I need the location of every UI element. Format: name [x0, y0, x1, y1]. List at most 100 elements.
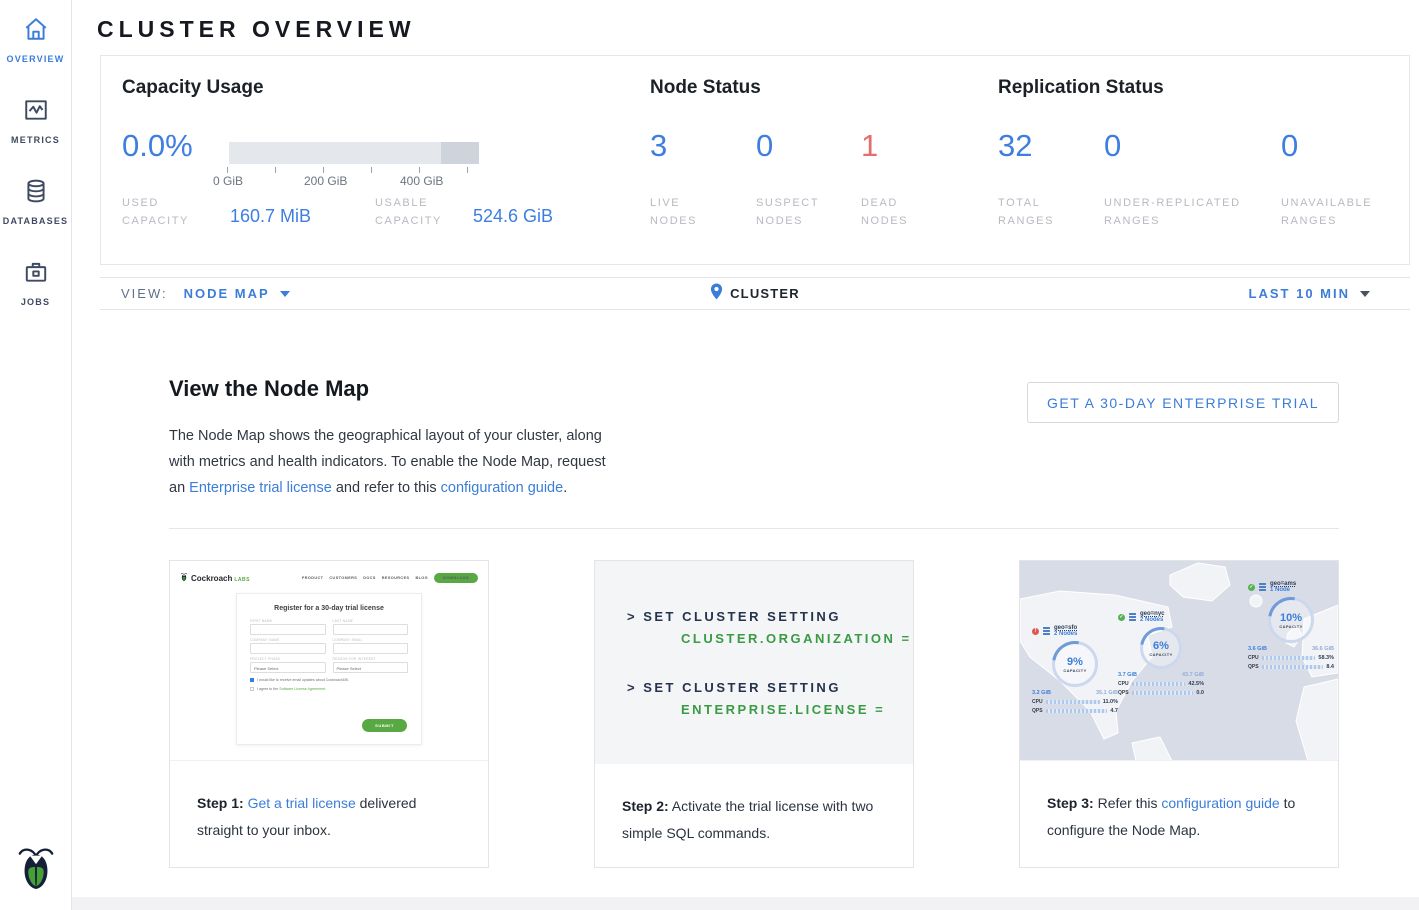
node-stack-icon [1043, 627, 1050, 635]
step2-card: > SET CLUSTER SETTING CLUSTER.ORGANIZATI… [594, 560, 914, 868]
company-email-field [333, 643, 409, 654]
total-ranges-label: TOTALRANGES [998, 194, 1054, 230]
step3-card: ! geo=sfo2 Nodes 9% CAPACITY 3.2 GiB35.1… [1019, 560, 1339, 868]
capacity-gauge: 10% CAPACITY [1268, 597, 1314, 643]
section-description: The Node Map shows the geographical layo… [169, 423, 621, 501]
page-background-strip [72, 897, 1419, 910]
map-pin-icon [710, 283, 723, 305]
step1-caption: Step 1: Get a trial license delivered st… [170, 761, 488, 843]
sql-command: > SET CLUSTER SETTING [627, 609, 913, 624]
step1-card: CockroachLABS PRODUCTCUSTOMERSDOCSRESOUR… [169, 560, 489, 868]
sidebar: OVERVIEW METRICS DATABASES JOBS [0, 0, 72, 910]
scope-breadcrumb: CLUSTER [100, 283, 1410, 305]
sidebar-item-databases[interactable]: DATABASES [0, 162, 72, 243]
dead-status-icon: ! [1032, 628, 1039, 635]
step3-map-preview: ! geo=sfo2 Nodes 9% CAPACITY 3.2 GiB35.1… [1020, 561, 1338, 761]
configuration-guide-link[interactable]: configuration guide [441, 480, 564, 496]
checkbox-empty-icon [250, 687, 254, 691]
sidebar-item-label: JOBS [21, 297, 50, 307]
usable-capacity-label: USABLECAPACITY [375, 194, 442, 230]
total-ranges-count: 32 [998, 128, 1032, 164]
mini-site-brand: CockroachLABS [191, 574, 250, 583]
suspect-nodes-label: SUSPECTNODES [756, 194, 819, 230]
view-bar: VIEW: NODE MAP CLUSTER LAST 10 MIN [100, 277, 1410, 310]
node-status-title: Node Status [650, 77, 761, 99]
trial-register-form: Register for a 30-day trial license FIRS… [236, 593, 422, 745]
unavailable-ranges-count: 0 [1281, 128, 1298, 164]
sql-command: > SET CLUSTER SETTING [627, 680, 913, 695]
replication-status-title: Replication Status [998, 77, 1164, 99]
step3-caption: Step 3: Refer this configuration guide t… [1020, 761, 1338, 843]
view-label: VIEW: [121, 286, 168, 301]
suspect-nodes-count: 0 [756, 128, 773, 164]
capacity-gauge: 6% CAPACITY [1140, 627, 1182, 669]
view-selected-value: NODE MAP [184, 286, 270, 301]
sql-argument: ENTERPRISE.LICENSE = [627, 702, 913, 717]
section-heading: View the Node Map [169, 376, 369, 402]
scope-label: CLUSTER [730, 286, 800, 301]
node-stack-icon [1129, 613, 1136, 621]
cockroachdb-logo[interactable] [15, 845, 57, 896]
register-site-preview: CockroachLABS PRODUCTCUSTOMERSDOCSRESOUR… [170, 561, 488, 761]
usable-capacity-value: 524.6 GiB [473, 206, 553, 227]
live-nodes-label: LIVENODES [650, 194, 697, 230]
node-map-image: ! geo=sfo2 Nodes 9% CAPACITY 3.2 GiB35.1… [1020, 561, 1338, 761]
live-status-icon: ✓ [1118, 614, 1125, 621]
map-node-sfo: ! geo=sfo2 Nodes 9% CAPACITY 3.2 GiB35.1… [1032, 625, 1118, 714]
configuration-guide-link[interactable]: configuration guide [1161, 795, 1279, 811]
main-area: CLUSTER OVERVIEW Capacity Usage 0.0% 0 G… [72, 0, 1419, 897]
view-selector-dropdown[interactable]: VIEW: NODE MAP [100, 286, 290, 301]
live-status-icon: ✓ [1248, 584, 1255, 591]
step1-screenshot: CockroachLABS PRODUCTCUSTOMERSDOCSRESOUR… [170, 561, 488, 761]
axis-tick-label: 200 GiB [304, 174, 347, 188]
metrics-icon [23, 97, 49, 128]
company-name-field [250, 643, 326, 654]
sidebar-item-overview[interactable]: OVERVIEW [0, 0, 72, 81]
chevron-down-icon [280, 291, 290, 297]
sidebar-item-metrics[interactable]: METRICS [0, 81, 72, 162]
capacity-bar-reserved-segment [441, 142, 479, 164]
used-capacity-label: USEDCAPACITY [122, 194, 189, 230]
enterprise-trial-license-link[interactable]: Enterprise trial license [189, 480, 332, 496]
time-range-value: LAST 10 MIN [1249, 286, 1350, 301]
sidebar-item-label: OVERVIEW [7, 54, 65, 64]
capacity-bar-chart [229, 142, 479, 164]
email-updates-checkbox: I would like to receive email updates ab… [250, 678, 408, 682]
capacity-used-percent: 0.0% [122, 128, 193, 164]
mini-site-header: CockroachLABS PRODUCTCUSTOMERSDOCSRESOUR… [170, 561, 488, 587]
home-icon [23, 16, 49, 47]
sql-argument: CLUSTER.ORGANIZATION = [627, 631, 913, 646]
briefcase-icon [23, 259, 49, 290]
get-trial-license-link[interactable]: Get a trial license [248, 795, 356, 811]
capacity-axis-ticks [227, 167, 477, 174]
sidebar-item-label: DATABASES [3, 216, 68, 226]
node-stack-icon [1259, 583, 1266, 591]
summary-panel: Capacity Usage 0.0% 0 GiB 200 GiB 400 Gi… [100, 55, 1410, 265]
axis-tick-label: 0 GiB [213, 174, 243, 188]
section-divider [169, 528, 1339, 529]
cluster-overview-page: OVERVIEW METRICS DATABASES JOBS [0, 0, 1419, 910]
unavailable-ranges-label: UNAVAILABLERANGES [1281, 194, 1372, 230]
capacity-usage-title: Capacity Usage [122, 77, 264, 99]
under-replicated-ranges-count: 0 [1104, 128, 1121, 164]
database-icon [23, 178, 49, 209]
dead-nodes-label: DEADNODES [861, 194, 908, 230]
sidebar-item-label: METRICS [11, 135, 60, 145]
axis-tick-label: 400 GiB [400, 174, 443, 188]
mini-download-button: DOWNLOAD [434, 573, 478, 583]
live-nodes-count: 3 [650, 128, 667, 164]
sql-snippet: > SET CLUSTER SETTING CLUSTER.ORGANIZATI… [595, 561, 913, 764]
used-capacity-value: 160.7 MiB [230, 206, 311, 227]
map-node-ams: ✓ geo=ams1 Node 10% CAPACITY 3.6 GiB36.6… [1248, 581, 1334, 670]
step2-caption: Step 2: Activate the trial license with … [595, 764, 913, 846]
sidebar-item-jobs[interactable]: JOBS [0, 243, 72, 324]
capacity-gauge: 9% CAPACITY [1052, 641, 1098, 687]
enterprise-trial-button[interactable]: GET A 30-DAY ENTERPRISE TRIAL [1027, 382, 1339, 423]
reason-select: Please Select [333, 662, 409, 673]
time-range-dropdown[interactable]: LAST 10 MIN [1249, 286, 1410, 301]
form-title: Register for a 30-day trial license [250, 605, 408, 612]
cockroach-labs-logo-icon [180, 569, 188, 587]
mini-site-nav: PRODUCTCUSTOMERSDOCSRESOURCESBLOG DOWNLO… [302, 573, 478, 583]
chevron-down-icon [1360, 291, 1370, 297]
license-agreement-checkbox: I agree to the Software License Agreemen… [250, 687, 408, 691]
